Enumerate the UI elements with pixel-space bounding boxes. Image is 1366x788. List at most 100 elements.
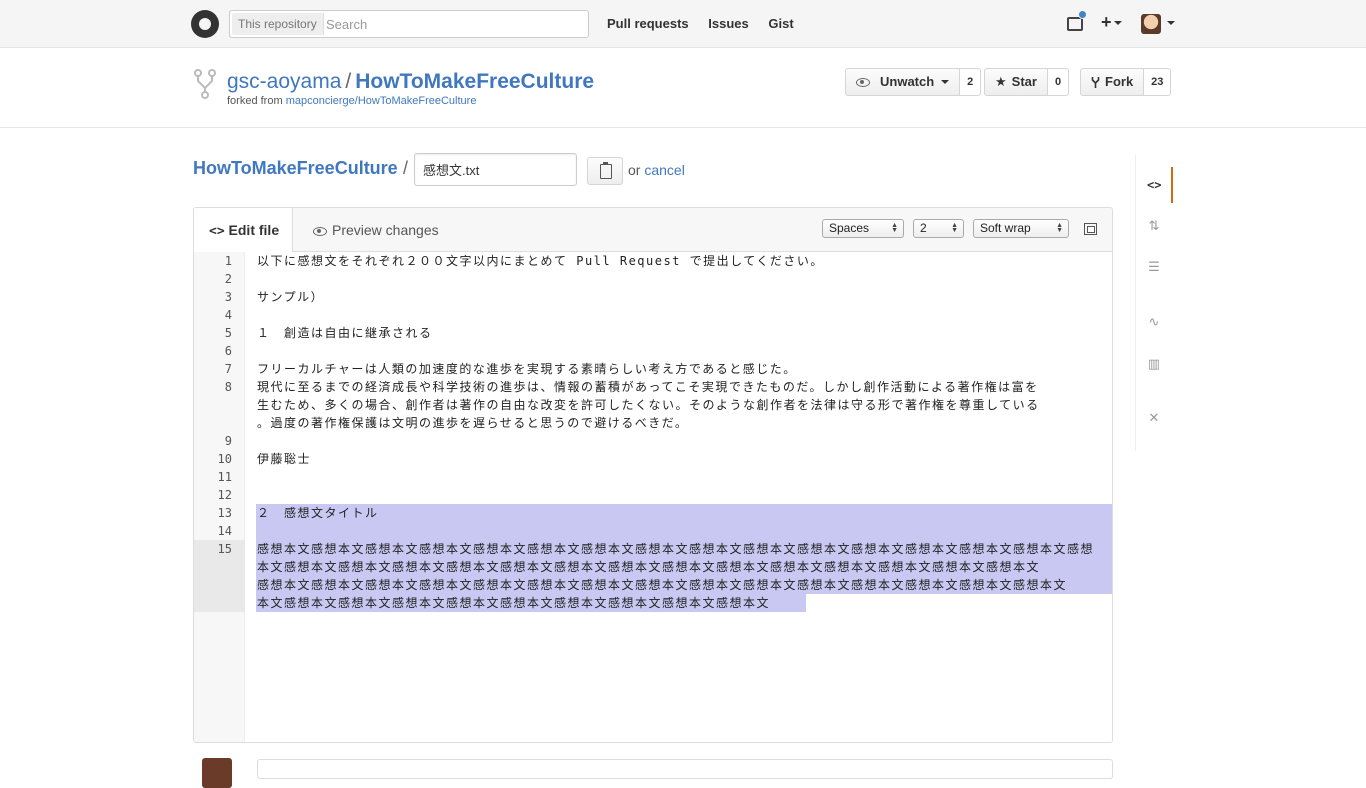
line-number: 15 — [194, 540, 245, 612]
user-avatar[interactable] — [1141, 14, 1161, 34]
repo-name-link[interactable]: HowToMakeFreeCulture — [355, 70, 594, 93]
repo-title: gsc-aoyama / HowToMakeFreeCulture — [227, 70, 594, 94]
repo-owner-link[interactable]: gsc-aoyama — [227, 70, 341, 93]
star-icon: ★ — [995, 74, 1007, 89]
commit-avatar — [202, 758, 232, 788]
pull-request-icon[interactable]: ⇅ — [1147, 219, 1161, 233]
create-new-menu[interactable]: + — [1101, 12, 1122, 33]
tab-preview-label: Preview changes — [332, 222, 439, 238]
line-number: 1 — [224, 254, 232, 268]
chevron-down-icon[interactable] — [1167, 21, 1175, 25]
forked-from-label: forked from — [227, 95, 283, 107]
tab-edit-label: Edit file — [228, 222, 280, 238]
settings-tools-icon[interactable]: ✕ — [1147, 411, 1161, 425]
search-input[interactable] — [326, 14, 581, 34]
line-number: 5 — [224, 326, 232, 340]
indent-size-value: 2 — [920, 221, 927, 235]
star-button[interactable]: ★ Star — [984, 68, 1048, 96]
repo-side-nav: <> ⇅ ☰ ∿ ▥ ✕ — [1135, 155, 1173, 451]
star-count[interactable]: 0 — [1047, 68, 1070, 96]
watch-count[interactable]: 2 — [960, 68, 982, 96]
notifications-icon[interactable] — [1067, 17, 1083, 31]
line-number: 9 — [224, 434, 232, 448]
top-nav: Pull requests Issues Gist — [607, 16, 810, 31]
graph-icon[interactable]: ▥ — [1147, 357, 1161, 371]
code-line-text: 。過度の著作権保護は文明の進歩を遅らせると思うので避けるべきだ。 — [257, 416, 689, 430]
select-arrows-icon: ▲ ▼ — [1056, 222, 1063, 234]
select-arrows-icon: ▲ ▼ — [951, 222, 958, 234]
code-line-text: 感想本文感想本文感想本文感想本文感想本文感想本文感想本文感想本文感想本文感想本文… — [257, 578, 1068, 592]
line-number: 8 — [224, 380, 232, 394]
breadcrumb-separator: / — [403, 158, 409, 178]
code-line-text: 生むため、多くの場合、創作者は著作の自由な改変を許可したくない。そのような創作者… — [257, 398, 1040, 412]
line-number: 7 — [224, 362, 232, 376]
watch-group: Unwatch 2 — [845, 68, 982, 96]
nav-pull-requests[interactable]: Pull requests — [607, 16, 689, 31]
fork-group: Fork 23 — [1080, 68, 1172, 96]
pulse-icon[interactable]: ∿ — [1147, 315, 1161, 329]
plus-icon: + — [1101, 12, 1112, 32]
indent-mode-value: Spaces — [829, 221, 870, 235]
fork-icon — [1091, 76, 1100, 88]
tab-preview-changes[interactable]: Preview changes — [313, 208, 439, 252]
code-line-text: １ 創造は自由に継承される — [257, 326, 433, 340]
cancel-row: or cancel — [628, 162, 685, 178]
or-label: or — [628, 162, 641, 178]
line-number: 6 — [224, 344, 232, 358]
eye-icon — [313, 226, 327, 236]
indent-size-select[interactable]: 2 ▲ ▼ — [913, 219, 964, 238]
forked-from-link[interactable]: mapconcierge/HowToMakeFreeCulture — [286, 95, 477, 107]
top-header: This repository Pull requests Issues Gis… — [0, 0, 1366, 48]
line-number: 11 — [217, 470, 232, 484]
wrap-mode-select[interactable]: Soft wrap ▲ ▼ — [973, 219, 1069, 238]
code-line-text: ２ 感想文タイトル — [257, 506, 379, 520]
chevron-down-icon — [1113, 21, 1122, 26]
fork-button[interactable]: Fork — [1080, 68, 1145, 96]
code-line-text: 以下に感想文をそれぞれ２００文字以内にまとめて Pull Request で提出… — [257, 254, 824, 268]
cancel-link[interactable]: cancel — [644, 162, 684, 178]
indent-mode-select[interactable]: Spaces ▲ ▼ — [822, 219, 904, 238]
line-number: 13 — [217, 506, 232, 520]
wiki-book-icon[interactable]: ☰ — [1147, 260, 1161, 274]
editor-toolbar: <> Edit file Preview changes Spaces ▲ ▼ 2… — [194, 208, 1112, 253]
nav-gist[interactable]: Gist — [768, 16, 793, 31]
fullscreen-icon[interactable] — [1084, 223, 1097, 235]
code-line-text: 感想本文感想本文感想本文感想本文感想本文感想本文感想本文感想本文感想本文感想本文… — [257, 542, 1095, 556]
code-line-text: 本文感想本文感想本文感想本文感想本文感想本文感想本文感想本文感想本文感想本文 — [257, 596, 771, 610]
github-logo-icon[interactable] — [191, 10, 219, 38]
file-editor: <> Edit file Preview changes Spaces ▲ ▼ 2… — [193, 207, 1113, 743]
chevron-down-icon — [941, 80, 950, 84]
line-number: 14 — [217, 524, 232, 538]
code-line-text: フリーカルチャーは人類の加速度的な進歩を実現する素晴らしい考え方であると感じた。 — [257, 362, 797, 376]
search-box[interactable]: This repository — [229, 10, 589, 38]
fork-count[interactable]: 23 — [1144, 68, 1172, 96]
unwatch-label: Unwatch — [880, 74, 935, 89]
line-number: 10 — [217, 452, 232, 466]
repo-header: gsc-aoyama / HowToMakeFreeCulture forked f… — [0, 48, 1366, 128]
unwatch-button[interactable]: Unwatch — [845, 68, 961, 96]
notification-indicator — [1078, 10, 1087, 19]
line-number: 4 — [224, 308, 232, 322]
line-number: 2 — [224, 272, 232, 286]
nav-issues[interactable]: Issues — [708, 16, 748, 31]
repo-title-separator: / — [345, 70, 352, 93]
line-number: 3 — [224, 290, 232, 304]
repo-forked-icon — [194, 69, 216, 99]
wrap-mode-value: Soft wrap — [980, 221, 1031, 235]
search-scope-label: This repository — [232, 13, 324, 35]
commit-form-box — [257, 759, 1113, 779]
code-icon: <> — [209, 224, 225, 239]
eye-icon — [856, 77, 870, 87]
code-line-text: 伊藤聡士 — [257, 452, 312, 466]
fork-label: Fork — [1105, 74, 1134, 89]
code-line-text: 本文感想本文感想本文感想本文感想本文感想本文感想本文感想本文感想本文感想本文感想… — [257, 560, 1041, 574]
filename-input[interactable] — [414, 153, 577, 186]
clipboard-copy-button[interactable] — [587, 157, 623, 185]
star-label: Star — [1011, 74, 1037, 89]
code-icon[interactable]: <> — [1147, 178, 1161, 192]
tab-edit-file[interactable]: <> Edit file — [194, 208, 293, 253]
line-number: 12 — [217, 488, 232, 502]
code-line-text: 現代に至るまでの経済成長や科学技術の進歩は、情報の蓄積があってこそ実現できたもの… — [257, 380, 1039, 394]
star-group: ★ Star 0 — [984, 68, 1070, 96]
breadcrumb-root-link[interactable]: HowToMakeFreeCulture — [193, 158, 398, 179]
